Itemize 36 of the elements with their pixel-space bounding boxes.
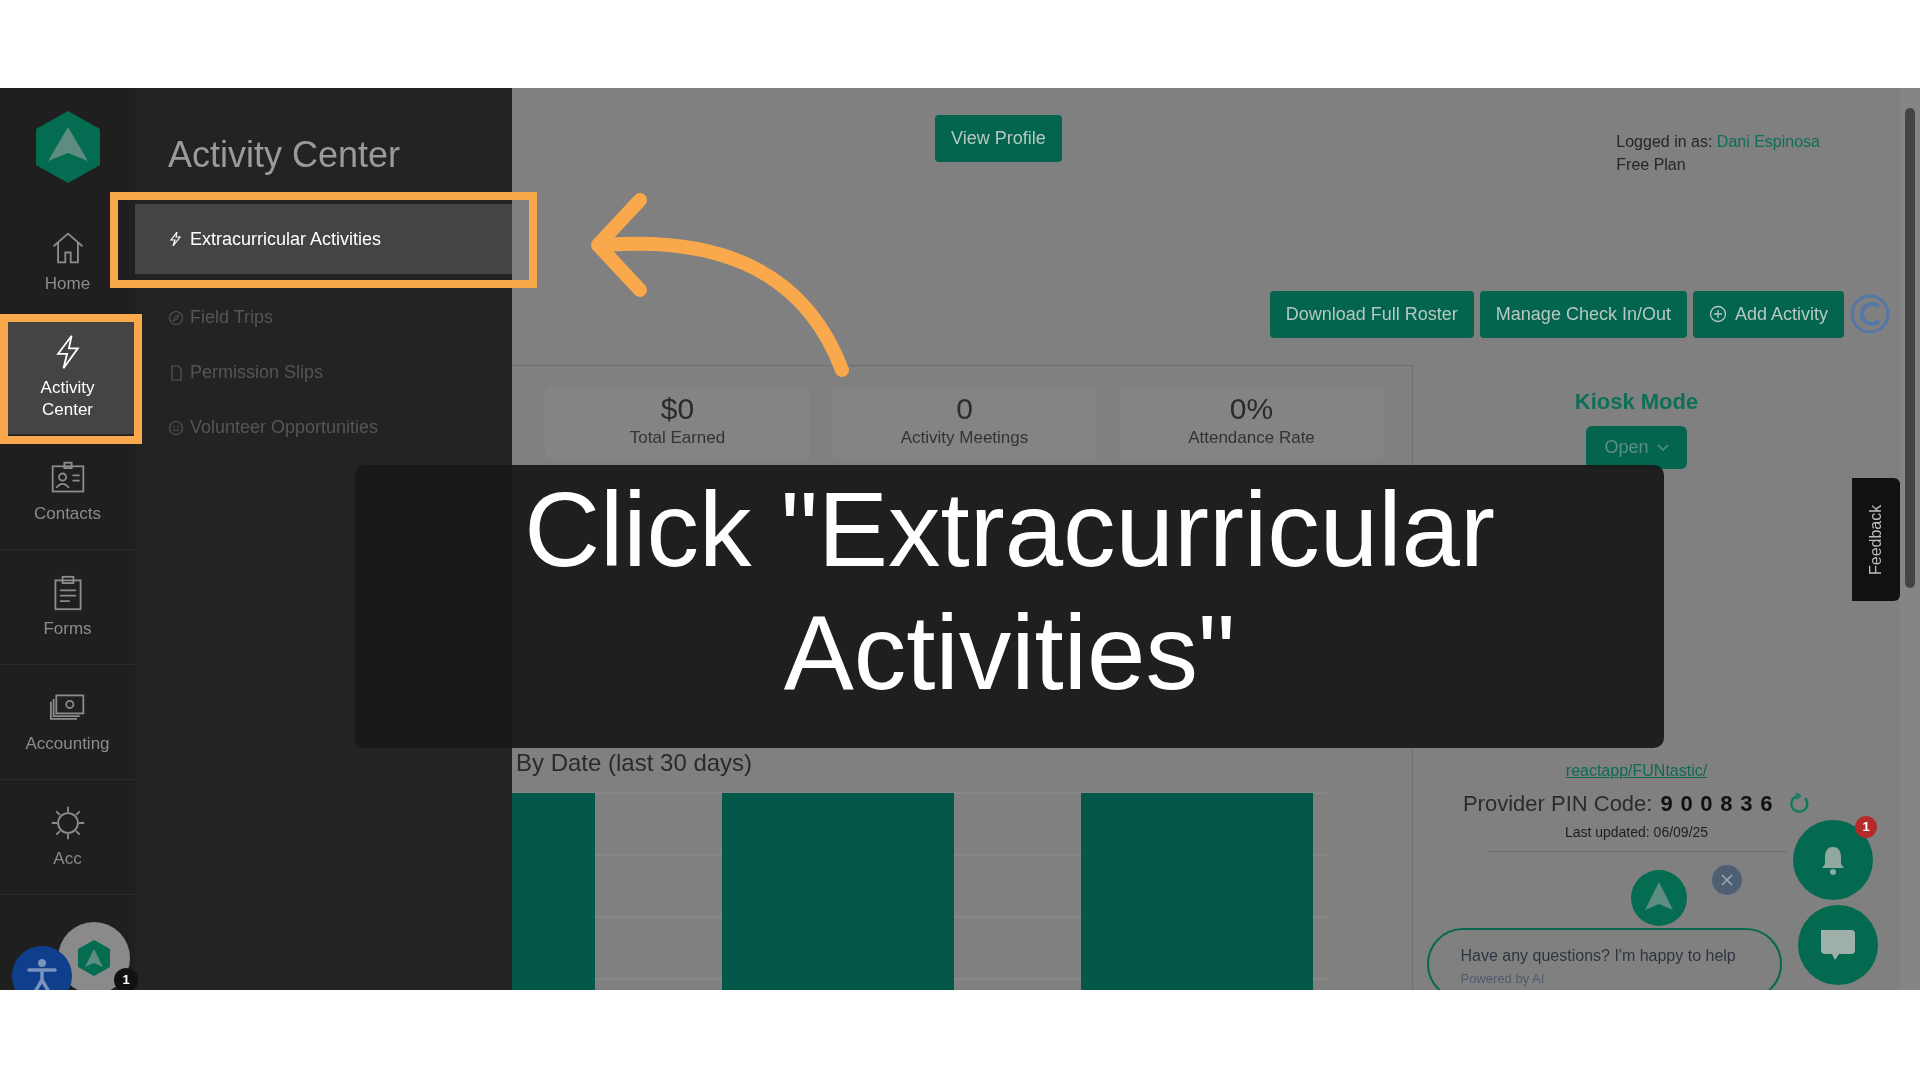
chat-avatar-icon — [1630, 870, 1687, 926]
caret-icon — [1656, 443, 1669, 452]
logged-in-text: Logged in as: Dani Espinosa — [1616, 132, 1820, 152]
chart-title: By Date (last 30 days) — [515, 748, 754, 778]
stat-label: Activity Meetings — [899, 427, 1030, 449]
smiley-icon — [168, 419, 184, 436]
stat-value: 0 — [955, 392, 974, 425]
submenu-item[interactable]: Extracurricular Activities — [135, 204, 512, 274]
scrollbar-thumb[interactable] — [1905, 108, 1915, 588]
kiosk-title: Kiosk Mode — [1574, 388, 1699, 416]
refresh-icon — [1788, 792, 1811, 815]
compass-icon — [168, 309, 184, 326]
stat-label: Total Earned — [628, 427, 727, 449]
plan-label: Free Plan — [1616, 155, 1687, 176]
hexagon-logo-icon — [77, 939, 111, 977]
lightning-bolt-icon — [168, 231, 184, 247]
stat-value: $0 — [659, 392, 696, 425]
pin-code: 900836 — [1660, 790, 1781, 818]
feedback-tab[interactable]: Feedback — [1852, 478, 1900, 601]
plus-circle-icon — [1708, 305, 1727, 323]
close-icon — [1720, 874, 1733, 886]
last-updated-text: Last updated: 06/09/25 — [1564, 823, 1709, 842]
accessibility-icon — [26, 958, 58, 990]
chat-prompt-text: Have any questions? I'm happy to help — [1460, 946, 1737, 966]
stat-label: Attendance Rate — [1187, 427, 1316, 449]
panel-title: Activity Center — [167, 133, 402, 177]
action-button[interactable]: Add Activity — [1692, 290, 1844, 338]
action-button[interactable]: Manage Check In/Out — [1479, 290, 1687, 338]
stat-value: 0% — [1228, 392, 1275, 425]
view-profile-button[interactable]: View Profile — [935, 115, 1062, 162]
pin-label: Provider PIN Code: — [1462, 790, 1653, 818]
action-button[interactable]: Download Full Roster — [1269, 290, 1474, 338]
instruction-caption: Click "Extracurricular Activities" — [355, 465, 1664, 748]
c-logo-icon — [1850, 294, 1890, 334]
document-icon — [168, 364, 184, 381]
close-button[interactable] — [1711, 865, 1742, 895]
